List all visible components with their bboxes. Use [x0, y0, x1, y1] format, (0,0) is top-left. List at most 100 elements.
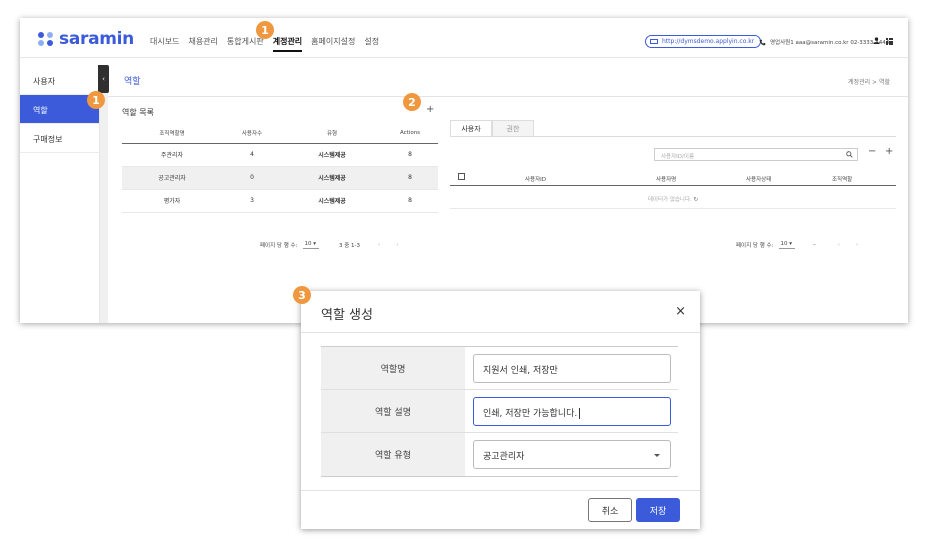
phone-icon — [759, 39, 766, 45]
tab-permissions[interactable]: 권한 — [492, 120, 534, 137]
select-all-checkbox[interactable] — [458, 173, 465, 180]
user-list-pager: 페이지 당 행 수: 10 ▾ – ‹ › — [736, 241, 858, 249]
menu-item-homepage[interactable]: 홈페이지설정 — [311, 36, 355, 52]
homepage-url-link[interactable]: http://dymsdemo.applyin.co.kr — [645, 35, 762, 48]
role-user-count: 0 — [222, 166, 282, 190]
role-action-button[interactable]: 8 — [382, 189, 438, 213]
chevron-down-icon — [654, 454, 660, 457]
page-title: 역할 — [124, 77, 141, 87]
role-action-button[interactable]: 8 — [382, 166, 438, 190]
role-name: 주관리자 — [122, 143, 222, 167]
role-type-select[interactable]: 공고관리자 — [473, 440, 671, 469]
brand-name: saramin — [59, 29, 134, 49]
breadcrumb: 계정관리 > 역할 — [848, 79, 890, 86]
column-header: 사용자ID — [525, 177, 547, 183]
role-description-label: 역할 설명 — [321, 390, 465, 432]
role-user-count: 3 — [222, 189, 282, 213]
empty-message: 데이터가 없습니다. — [647, 197, 692, 203]
refresh-icon[interactable]: ↻ — [694, 197, 699, 203]
brand-logo[interactable]: saramin — [38, 29, 134, 49]
rows-per-page-select[interactable]: 10 ▾ — [303, 241, 319, 249]
user-icon[interactable] — [873, 37, 880, 44]
search-placeholder: 사용자ID/이름 — [661, 154, 695, 160]
create-role-dialog: 역할 생성 × 역할명 지원서 인쇄, 저장만 역할 설명 인쇄, 저장만 가능… — [301, 291, 700, 529]
menu-item-settings[interactable]: 설정 — [364, 36, 379, 52]
step-badge: 3 — [293, 286, 311, 304]
role-description-input[interactable]: 인쇄, 저장만 가능합니다. — [473, 397, 671, 426]
step-badge: 2 — [403, 93, 421, 111]
page-range: 3 중 1-3 — [338, 243, 361, 249]
main-content: 역할 계정관리 > 역할 역할 목록 + 조직역할명 사용자수 유형 Actio… — [108, 66, 908, 323]
role-action-button[interactable]: 8 — [382, 143, 438, 167]
logo-dots-icon — [38, 32, 54, 46]
column-header: 사용자상태 — [746, 177, 772, 183]
role-name: 공고관리자 — [122, 166, 222, 190]
column-header: Actions — [382, 123, 438, 144]
role-form: 역할명 지원서 인쇄, 저장만 역할 설명 인쇄, 저장만 가능합니다. 역할 … — [321, 346, 678, 477]
role-list-title: 역할 목록 — [122, 108, 154, 117]
contact-info: 영업사원1 aaa@saramin.co.kr 02-3333-4444 — [759, 38, 889, 46]
contact-text: 영업사원1 aaa@saramin.co.kr 02-3333-4444 — [770, 40, 890, 46]
role-user-count: 4 — [222, 143, 282, 167]
add-role-button[interactable]: + — [426, 104, 434, 115]
add-user-button[interactable]: + — [885, 146, 893, 157]
column-header: 사용자명 — [656, 177, 677, 183]
divider — [450, 136, 896, 137]
monitor-icon — [650, 39, 658, 44]
save-button[interactable]: 저장 — [636, 498, 680, 522]
divider — [301, 332, 700, 333]
remove-user-button[interactable]: − — [868, 146, 876, 157]
app-window: saramin 대시보드 채용관리 통합게시판 계정관리 홈페이지설정 설정 h… — [20, 18, 908, 323]
main-menu: 대시보드 채용관리 통합게시판 계정관리 홈페이지설정 설정 — [150, 36, 388, 52]
column-header: 조직역할명 — [122, 123, 222, 144]
user-search-input[interactable]: 사용자ID/이름 — [654, 148, 858, 161]
prev-page-button[interactable]: ‹ — [378, 242, 380, 248]
user-panel-tabs: 사용자 권한 — [450, 120, 534, 137]
next-page-button[interactable]: › — [856, 242, 858, 248]
role-type: 시스템제공 — [282, 143, 382, 167]
role-type: 시스템제공 — [282, 189, 382, 213]
rows-per-page-label: 페이지 당 행 수: — [260, 243, 298, 249]
top-nav: saramin 대시보드 채용관리 통합게시판 계정관리 홈페이지설정 설정 h… — [20, 18, 908, 58]
role-type: 시스템제공 — [282, 166, 382, 190]
form-row: 역할 설명 인쇄, 저장만 가능합니다. — [321, 390, 678, 433]
table-row[interactable]: 주관리자 4 시스템제공 8 — [122, 143, 438, 167]
prev-page-button[interactable]: ‹ — [838, 242, 840, 248]
tab-users[interactable]: 사용자 — [450, 120, 492, 137]
menu-item-account[interactable]: 계정관리 — [272, 36, 303, 52]
empty-state: 데이터가 없습니다. ↻ — [450, 187, 896, 209]
apps-grid-icon[interactable] — [886, 38, 894, 46]
divider — [108, 96, 908, 97]
role-name-input[interactable]: 지원서 인쇄, 저장만 — [473, 354, 671, 383]
close-icon[interactable]: × — [675, 304, 686, 319]
column-header: 사용자수 — [222, 123, 282, 144]
table-row[interactable]: 평가자 3 시스템제공 8 — [122, 189, 438, 213]
homepage-url: http://dymsdemo.applyin.co.kr — [662, 38, 755, 45]
role-list-pager: 페이지 당 행 수: 10 ▾ 3 중 1-3 ‹ › — [260, 241, 398, 249]
page-range: – — [812, 242, 816, 248]
menu-item-recruit[interactable]: 채용관리 — [188, 36, 217, 52]
dialog-title: 역할 생성 — [321, 308, 373, 323]
divider — [301, 490, 700, 491]
form-row: 역할명 지원서 인쇄, 저장만 — [321, 347, 678, 390]
sidebar-item-users[interactable]: 사용자 — [20, 66, 99, 95]
step-badge: 1 — [87, 91, 105, 109]
step-badge: 1 — [256, 21, 274, 39]
column-header: 조직역할 — [832, 177, 853, 183]
text-cursor — [579, 408, 581, 419]
search-icon[interactable] — [846, 151, 853, 158]
table-header-row: 조직역할명 사용자수 유형 Actions — [122, 123, 438, 144]
role-name: 평가자 — [122, 189, 222, 213]
table-row[interactable]: 공고관리자 0 시스템제공 8 — [122, 166, 438, 190]
menu-item-board[interactable]: 통합게시판 — [227, 36, 264, 52]
rows-per-page-label: 페이지 당 행 수: — [736, 243, 774, 249]
sidebar-item-purchase[interactable]: 구매정보 — [20, 124, 99, 153]
menu-item-dashboard[interactable]: 대시보드 — [150, 36, 179, 52]
role-name-label: 역할명 — [321, 347, 465, 389]
role-table: 조직역할명 사용자수 유형 Actions 주관리자 4 시스템제공 8 공고관… — [122, 123, 438, 213]
form-row: 역할 유형 공고관리자 — [321, 433, 678, 476]
role-type-label: 역할 유형 — [321, 433, 465, 476]
cancel-button[interactable]: 취소 — [588, 498, 632, 522]
next-page-button[interactable]: › — [396, 242, 398, 248]
rows-per-page-select[interactable]: 10 ▾ — [779, 241, 795, 249]
